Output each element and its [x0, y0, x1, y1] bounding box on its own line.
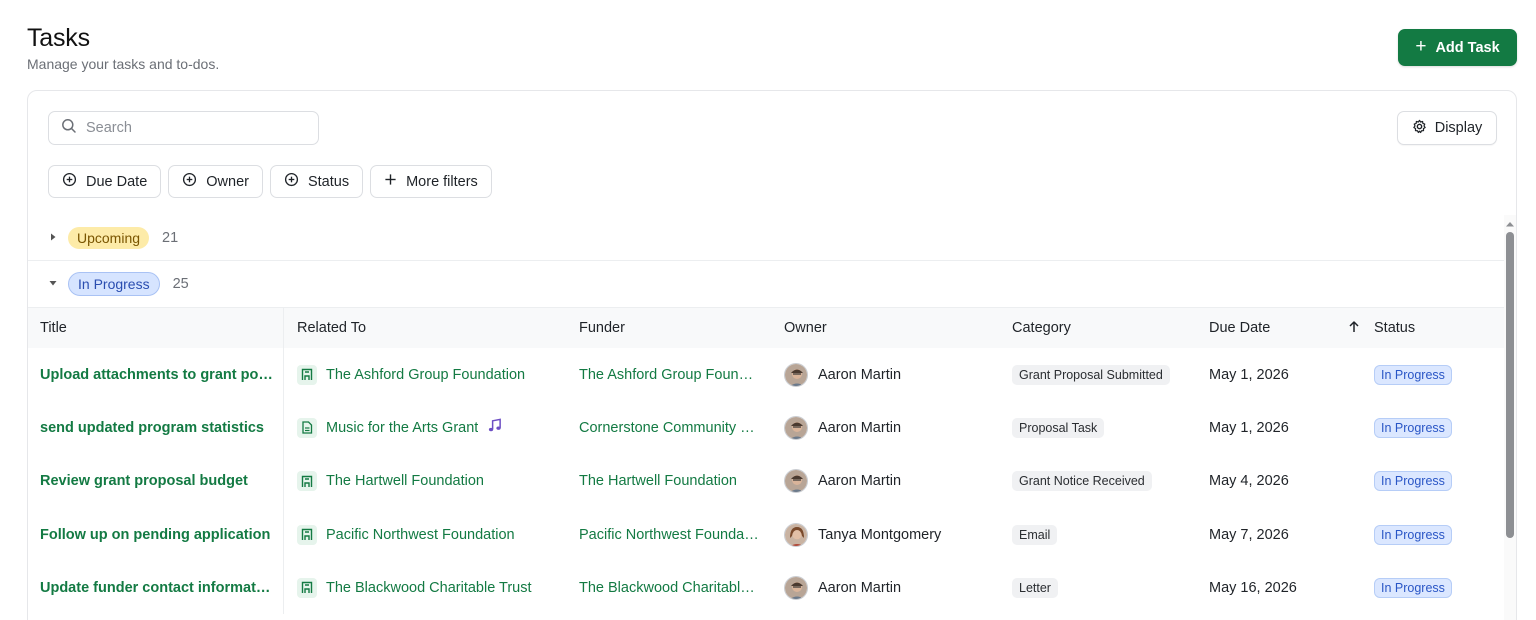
- column-header-owner[interactable]: Owner: [772, 320, 1002, 336]
- status-badge[interactable]: In Progress: [1374, 577, 1452, 598]
- upcoming-pill: Upcoming: [68, 226, 150, 249]
- building-icon: [297, 524, 317, 545]
- document-icon: [297, 417, 317, 438]
- scroll-up-arrow-icon[interactable]: [1503, 216, 1516, 227]
- table-row[interactable]: send updated program statistics Music fo…: [28, 401, 1504, 455]
- table-header: Title Related To Funder Owner Category D…: [28, 307, 1504, 348]
- add-task-button[interactable]: + Add Task: [1398, 29, 1517, 66]
- plus-circle-icon: [62, 172, 77, 191]
- display-button[interactable]: Display: [1397, 111, 1497, 145]
- column-header-funder[interactable]: Funder: [567, 320, 772, 336]
- caret-right-icon[interactable]: [48, 229, 58, 247]
- table-row[interactable]: Review grant proposal budget The Hartwel…: [28, 454, 1504, 508]
- filter-label: Due Date: [86, 173, 148, 190]
- group-upcoming[interactable]: Upcoming 21: [28, 215, 1504, 261]
- due-date: May 7, 2026: [1209, 526, 1289, 543]
- status-badge[interactable]: In Progress: [1374, 471, 1452, 492]
- owner-name: Tanya Montgomery: [818, 526, 942, 543]
- search-box[interactable]: [48, 111, 319, 145]
- tasks-card: Display Due Date Owner Status More filte…: [27, 90, 1517, 620]
- task-title-link[interactable]: Review grant proposal budget: [40, 473, 248, 489]
- owner-name: Aaron Martin: [818, 473, 902, 490]
- page-title: Tasks: [27, 24, 90, 52]
- gear-icon: [1412, 119, 1427, 138]
- column-header-status[interactable]: Status: [1374, 320, 1504, 336]
- avatar: [784, 415, 808, 440]
- building-icon: [297, 577, 317, 598]
- funder-link[interactable]: The Hartwell Foundation: [579, 473, 761, 489]
- filter-due-date[interactable]: Due Date: [48, 165, 162, 198]
- related-link[interactable]: Music for the Arts Grant: [326, 420, 478, 436]
- task-title-link[interactable]: send updated program statistics: [40, 420, 264, 436]
- page-subtitle: Manage your tasks and to-dos.: [27, 56, 220, 72]
- plus-icon: +: [1415, 36, 1427, 57]
- plus-icon: [384, 173, 397, 190]
- in-progress-pill: In Progress: [68, 272, 160, 296]
- table-row[interactable]: Upload attachments to grant portal The A…: [28, 348, 1504, 402]
- filter-more[interactable]: More filters: [370, 165, 492, 198]
- avatar: [784, 469, 808, 494]
- category-tag: Email: [1012, 524, 1058, 545]
- sort-ascending-icon[interactable]: [1348, 320, 1360, 337]
- task-title-link[interactable]: Update funder contact information: [40, 580, 274, 596]
- funder-link[interactable]: The Blackwood Charitable Trust: [579, 580, 761, 596]
- category-tag: Grant Notice Received: [1012, 471, 1152, 492]
- filter-bar: Due Date Owner Status More filters: [48, 165, 492, 198]
- music-note-icon: [487, 418, 502, 437]
- due-date: May 1, 2026: [1209, 366, 1289, 383]
- filter-label: More filters: [406, 173, 478, 190]
- filter-label: Owner: [206, 173, 249, 190]
- related-link[interactable]: Pacific Northwest Foundation: [326, 527, 515, 543]
- avatar: [784, 362, 808, 387]
- table-body: Upload attachments to grant portal The A…: [28, 348, 1504, 615]
- owner-name: Aaron Martin: [818, 579, 902, 596]
- group-count: 21: [162, 229, 179, 246]
- funder-link[interactable]: The Ashford Group Foundation: [579, 367, 761, 383]
- avatar: [784, 522, 808, 547]
- owner-name: Aaron Martin: [818, 419, 902, 436]
- funder-link[interactable]: Pacific Northwest Foundation: [579, 527, 761, 543]
- column-header-due-date[interactable]: Due Date: [1197, 320, 1374, 337]
- funder-link[interactable]: Cornerstone Community Foundation: [579, 420, 761, 436]
- plus-circle-icon: [182, 172, 197, 191]
- building-icon: [297, 364, 317, 385]
- filter-status[interactable]: Status: [269, 165, 364, 198]
- status-badge[interactable]: In Progress: [1374, 524, 1452, 545]
- related-link[interactable]: The Blackwood Charitable Trust: [326, 580, 532, 596]
- search-input[interactable]: [86, 120, 286, 136]
- status-badge[interactable]: In Progress: [1374, 364, 1452, 385]
- column-header-related[interactable]: Related To: [284, 320, 567, 336]
- search-icon: [61, 118, 77, 139]
- related-link[interactable]: The Hartwell Foundation: [326, 473, 484, 489]
- category-tag: Proposal Task: [1012, 417, 1105, 438]
- owner-name: Aaron Martin: [818, 366, 902, 383]
- avatar: [784, 575, 808, 600]
- due-date: May 1, 2026: [1209, 419, 1289, 436]
- due-date: May 4, 2026: [1209, 473, 1289, 490]
- status-badge[interactable]: In Progress: [1374, 417, 1452, 438]
- task-title-link[interactable]: Follow up on pending application: [40, 527, 270, 543]
- column-header-category[interactable]: Category: [1002, 320, 1197, 336]
- display-label: Display: [1434, 120, 1483, 136]
- filter-owner[interactable]: Owner: [168, 165, 263, 198]
- category-tag: Grant Proposal Submitted: [1012, 364, 1170, 385]
- group-count: 25: [172, 276, 189, 292]
- due-date: May 16, 2026: [1209, 579, 1297, 596]
- table-row[interactable]: Update funder contact information The Bl…: [28, 561, 1504, 615]
- category-tag: Letter: [1012, 577, 1058, 598]
- group-in-progress[interactable]: In Progress 25: [28, 261, 1504, 307]
- related-link[interactable]: The Ashford Group Foundation: [326, 367, 525, 383]
- caret-down-icon[interactable]: [48, 275, 58, 293]
- building-icon: [297, 471, 317, 492]
- scrollbar-thumb[interactable]: [1506, 232, 1514, 538]
- table-row[interactable]: Follow up on pending application Pacific…: [28, 507, 1504, 562]
- due-date-header-label: Due Date: [1209, 320, 1271, 336]
- task-title-link[interactable]: Upload attachments to grant portal: [40, 367, 274, 383]
- plus-circle-icon: [284, 172, 299, 191]
- add-task-label: Add Task: [1435, 39, 1500, 56]
- filter-label: Status: [307, 173, 350, 190]
- column-header-title[interactable]: Title: [28, 308, 284, 348]
